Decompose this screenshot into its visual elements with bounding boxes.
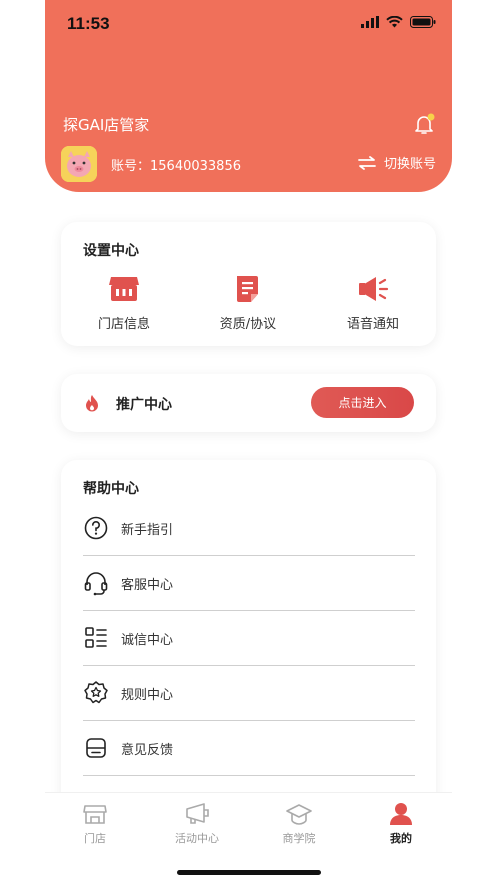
speaker-icon (359, 277, 389, 301)
academy-tab-icon (286, 804, 312, 825)
promotion-title: 推广中心 (116, 397, 172, 413)
promotion-card: 推广中心 点击进入 (61, 374, 436, 432)
profile-tab-icon (390, 803, 412, 825)
settings-item-store-info[interactable]: 门店信息 (69, 274, 179, 332)
help-list: 新手指引 客服中心 诚信中心 规则中心 意见反馈 (83, 501, 415, 776)
tab-activity[interactable]: 活动中心 (147, 801, 247, 846)
question-icon (84, 516, 108, 540)
tab-academy[interactable]: 商学院 (249, 801, 349, 846)
store-icon (109, 277, 139, 301)
document-icon (237, 276, 258, 302)
help-item-label: 意见反馈 (121, 742, 174, 758)
home-indicator (177, 870, 321, 875)
app-title: 探GAI店管家 (63, 116, 150, 134)
activity-tab-icon (186, 803, 209, 824)
tab-label: 门店 (84, 832, 106, 845)
avatar[interactable] (61, 146, 97, 182)
help-item-label: 新手指引 (121, 522, 174, 538)
wifi-icon (386, 16, 403, 28)
tab-label: 商学院 (282, 832, 316, 845)
help-item-label: 客服中心 (121, 577, 174, 593)
badge-icon (84, 681, 108, 704)
feedback-icon (86, 738, 106, 758)
settings-item-label: 门店信息 (97, 317, 150, 332)
status-time: 11:53 (67, 14, 110, 33)
help-item-label: 诚信中心 (121, 632, 174, 648)
list-icon (85, 627, 107, 648)
enter-promotion-button[interactable]: 点击进入 (311, 387, 414, 418)
shop-tab-icon (83, 805, 107, 824)
tab-label: 我的 (390, 832, 412, 845)
cellular-signal-icon (361, 16, 379, 28)
help-item-rules-center[interactable]: 规则中心 (83, 666, 415, 721)
bell-icon[interactable] (412, 112, 436, 136)
tab-store[interactable]: 门店 (45, 801, 145, 846)
switch-account-button[interactable]: 切换账号 (358, 153, 436, 172)
battery-icon (410, 16, 436, 28)
swap-icon (358, 155, 376, 170)
help-item-beginner-guide[interactable]: 新手指引 (83, 501, 415, 556)
tab-mine[interactable]: 我的 (351, 801, 451, 846)
help-title: 帮助中心 (83, 481, 139, 497)
fire-icon (86, 395, 98, 412)
settings-item-label: 语音通知 (346, 317, 399, 332)
tab-label: 活动中心 (175, 832, 219, 845)
switch-account-label: 切换账号 (383, 157, 436, 172)
status-icons (361, 16, 436, 28)
pig-avatar-icon (61, 146, 97, 182)
help-item-feedback[interactable]: 意见反馈 (83, 721, 415, 776)
profile-header: 11:53 探GAI店管家 账号：15640033856 切换账号 (45, 0, 452, 192)
help-item-label: 规则中心 (121, 687, 174, 703)
settings-card: 设置中心 门店信息 资质/协议 语音通知 (61, 222, 436, 346)
settings-title: 设置中心 (83, 243, 139, 259)
help-item-integrity-center[interactable]: 诚信中心 (83, 611, 415, 666)
app-screen: 11:53 探GAI店管家 账号：15640033856 切换账号 设置中心 门… (45, 0, 452, 883)
account-number: 账号：15640033856 (111, 159, 241, 174)
headset-icon (84, 572, 108, 596)
settings-item-voice-notice[interactable]: 语音通知 (318, 274, 428, 332)
help-item-customer-service[interactable]: 客服中心 (83, 556, 415, 611)
settings-item-label: 资质/协议 (219, 317, 277, 332)
settings-item-qualification[interactable]: 资质/协议 (193, 274, 303, 332)
